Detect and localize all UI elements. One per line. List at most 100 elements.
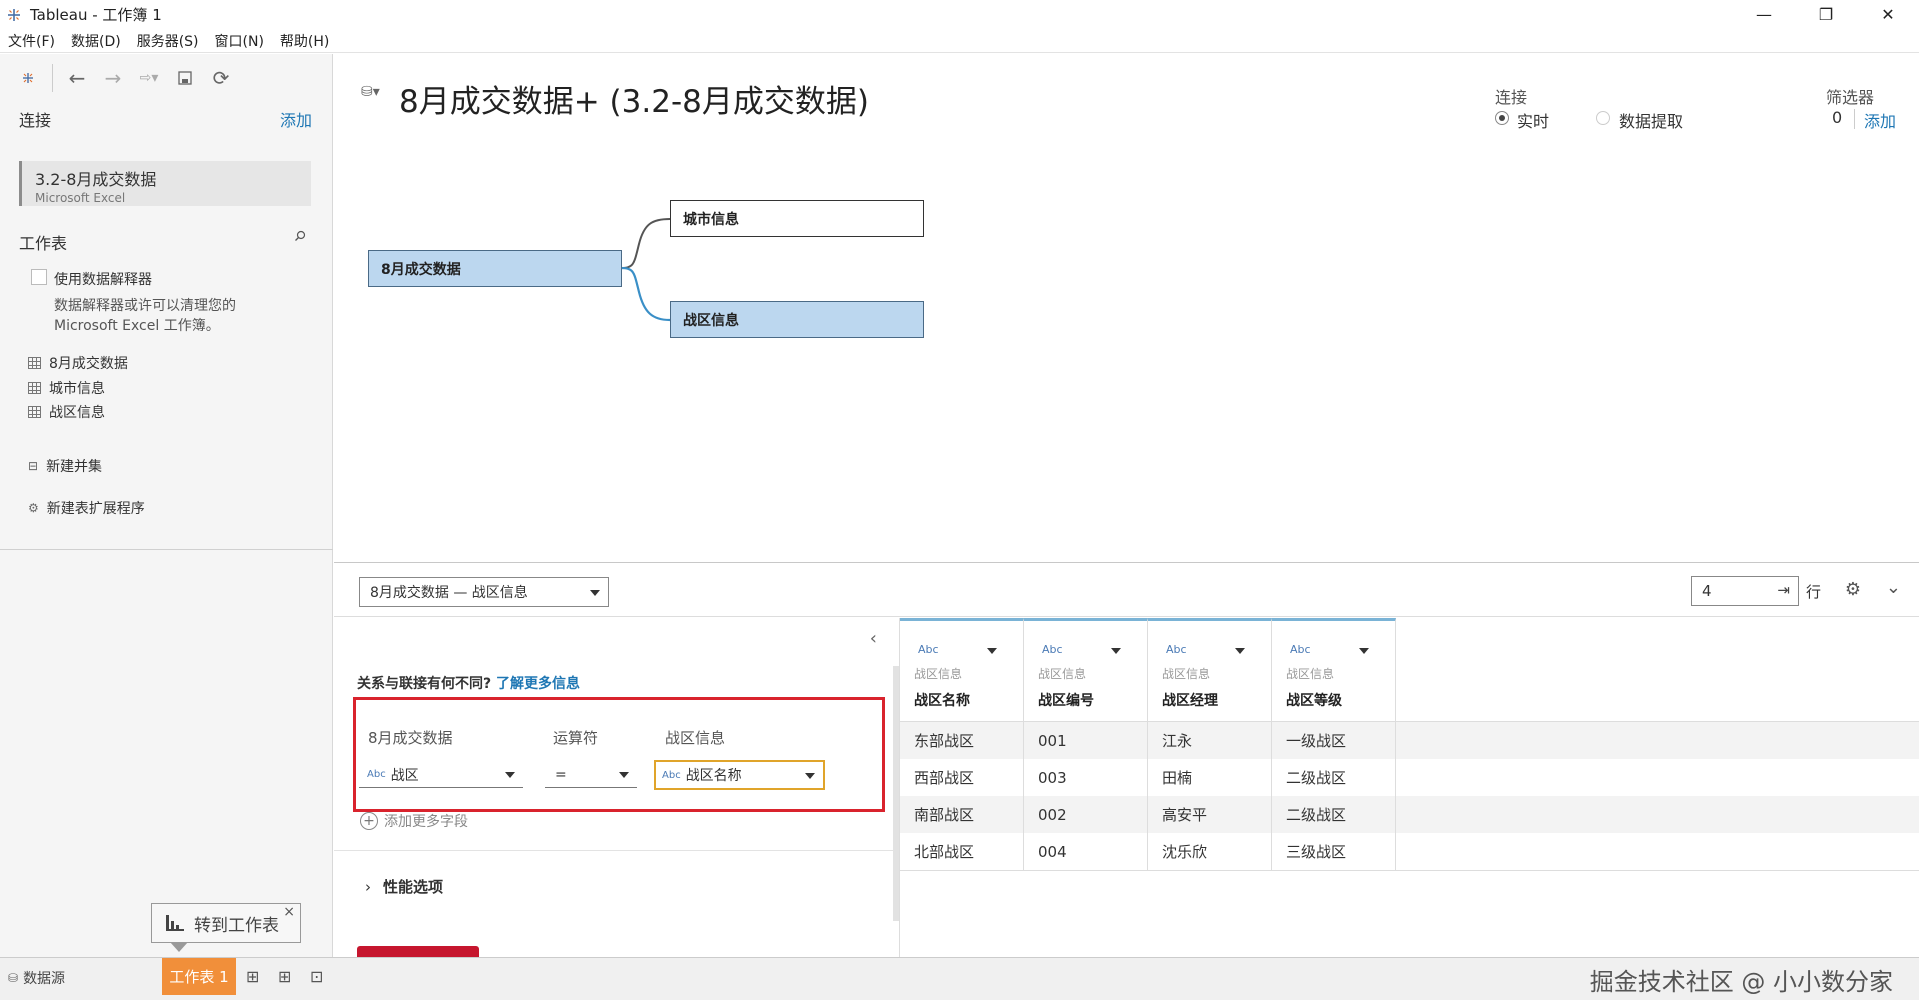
save-icon[interactable] <box>167 62 203 94</box>
relation-toolbar: 8月成交数据 — 战区信息 4 ⇥ 行 ⚙ ⌄ <box>334 563 1919 617</box>
search-icon[interactable] <box>294 230 306 242</box>
tableau-home-icon[interactable] <box>10 62 46 94</box>
dropdown-arrow-icon <box>505 772 515 778</box>
table-item-label: 战区信息 <box>49 405 105 421</box>
right-field-value: 战区名称 <box>685 768 742 784</box>
column-menu-arrow-icon[interactable] <box>1235 648 1245 654</box>
left-field-value: 战区 <box>390 767 419 784</box>
table-grid-icon <box>28 406 41 418</box>
restore-button[interactable]: ❐ <box>1795 0 1857 29</box>
column-menu-arrow-icon[interactable] <box>1111 648 1121 654</box>
filters-add-link[interactable]: 添加 <box>1864 108 1896 132</box>
relationship-hint: 关系与联接有何不同? 了解更多信息 <box>357 673 580 693</box>
table-row: 北部战区 004 沈乐欣 三级战区 <box>900 833 1919 870</box>
close-button[interactable]: ✕ <box>1857 0 1919 29</box>
tableau-logo-icon <box>6 7 22 23</box>
rows-count-input[interactable]: 4 ⇥ <box>1691 576 1799 606</box>
string-type-icon: Abc <box>662 769 681 781</box>
table-item-label: 城市信息 <box>49 381 105 397</box>
menu-help[interactable]: 帮助(H) <box>272 31 337 51</box>
add-connection-link[interactable]: 添加 <box>280 107 312 131</box>
column-name: 战区经理 <box>1162 693 1218 709</box>
redo-dropdown-icon[interactable]: ⇨▾ <box>131 62 167 94</box>
learn-more-link[interactable]: 了解更多信息 <box>496 676 580 692</box>
table-item-sales[interactable]: 8月成交数据 <box>28 353 128 373</box>
table-cell: 二级战区 <box>1272 796 1396 833</box>
table-cell: 东部战区 <box>900 722 1024 759</box>
extract-radio[interactable] <box>1596 111 1610 125</box>
go-to-sheet-tooltip[interactable]: 转到工作表 × <box>151 903 301 943</box>
table-grid-icon <box>28 382 41 394</box>
node-root-table[interactable]: 8月成交数据 <box>368 250 622 287</box>
menu-file[interactable]: 文件(F) <box>0 31 63 51</box>
table-cell: 高安平 <box>1148 796 1272 833</box>
column-menu-arrow-icon[interactable] <box>1359 648 1369 654</box>
column-header[interactable]: Abc 战区信息 战区编号 <box>1024 618 1148 721</box>
worksheets-heading: 工作表 <box>19 234 68 253</box>
table-item-city[interactable]: 城市信息 <box>28 378 105 398</box>
node-region-table[interactable]: 战区信息 <box>670 301 924 338</box>
connection-type: Microsoft Excel <box>35 191 126 205</box>
close-icon[interactable]: × <box>283 904 295 920</box>
back-arrow-icon[interactable]: ← <box>59 62 95 94</box>
column-header[interactable]: Abc 战区信息 战区经理 <box>1148 618 1272 721</box>
filters-label: 筛选器 <box>1826 88 1875 107</box>
dropdown-arrow-icon <box>619 772 629 778</box>
menu-window[interactable]: 窗口(N) <box>207 31 272 51</box>
refresh-icon[interactable]: ⟳ <box>203 62 239 94</box>
minimize-button[interactable]: — <box>1733 0 1795 29</box>
new-union-item[interactable]: ⊟ 新建并集 <box>28 456 102 476</box>
relation-selector[interactable]: 8月成交数据 — 战区信息 <box>359 577 609 607</box>
datasource-tab[interactable]: ⛁ 数据源 <box>8 968 65 988</box>
gear-icon[interactable]: ⚙ <box>1845 579 1861 600</box>
new-dashboard-icon[interactable]: ⊞ <box>278 967 291 986</box>
remove-relationship-button[interactable] <box>357 946 479 957</box>
rows-apply-arrow-icon[interactable]: ⇥ <box>1777 581 1790 599</box>
new-story-icon[interactable]: ⊡ <box>310 967 323 986</box>
menu-data[interactable]: 数据(D) <box>63 31 129 51</box>
interpreter-checkbox[interactable] <box>31 269 47 285</box>
table-cell: 001 <box>1024 722 1148 759</box>
dropdown-arrow-icon <box>805 773 815 779</box>
interpreter-desc-line2: Microsoft Excel 工作簿。 <box>54 318 220 334</box>
relation-selector-value: 8月成交数据 — 战区信息 <box>370 585 528 601</box>
chevron-down-icon[interactable]: ⌄ <box>1886 577 1901 598</box>
table-grid-icon <box>28 357 41 369</box>
new-extension-item[interactable]: ⚙ 新建表扩展程序 <box>28 498 145 518</box>
column-source: 战区信息 <box>1286 667 1335 681</box>
table-cell: 一级战区 <box>1272 722 1396 759</box>
window-title: Tableau - 工作簿 1 <box>30 6 162 24</box>
panel-section-divider <box>334 850 894 851</box>
performance-options-label: 性能选项 <box>383 878 444 896</box>
table-cell: 沈乐欣 <box>1148 833 1272 870</box>
column-header[interactable]: Abc 战区信息 战区名称 <box>900 618 1024 721</box>
node-city-table[interactable]: 城市信息 <box>670 200 924 237</box>
new-worksheet-icon[interactable]: ⊞ <box>246 967 259 986</box>
right-field-dropdown[interactable]: Abc 战区名称 <box>654 760 825 790</box>
menu-bar: 文件(F) 数据(D) 服务器(S) 窗口(N) 帮助(H) <box>0 29 1919 53</box>
dropdown-arrow-icon <box>590 590 600 596</box>
column-header[interactable]: Abc 战区信息 战区等级 <box>1272 618 1396 721</box>
table-cell: 南部战区 <box>900 796 1024 833</box>
menu-server[interactable]: 服务器(S) <box>129 31 207 51</box>
watermark: 掘金技术社区 @ 小小数分家 <box>1589 968 1893 996</box>
relationship-canvas: ⛁▾ 8月成交数据+ (3.2-8月成交数据) 连接 实时 数据提取 筛选器 0… <box>334 54 1919 562</box>
table-row: 东部战区 001 江永 一级战区 <box>900 722 1919 759</box>
operator-dropdown[interactable]: = <box>545 762 637 788</box>
table-item-region[interactable]: 战区信息 <box>28 402 105 422</box>
collapse-left-icon[interactable]: ‹ <box>870 628 877 649</box>
forward-arrow-icon[interactable]: → <box>95 62 131 94</box>
connection-type-label: 连接 <box>1495 88 1528 107</box>
live-radio[interactable] <box>1495 111 1509 125</box>
column-name: 战区编号 <box>1038 693 1094 709</box>
add-more-fields-button[interactable]: + 添加更多字段 <box>360 811 468 831</box>
sheet-tab[interactable]: 工作表 1 <box>162 958 236 995</box>
column-menu-arrow-icon[interactable] <box>987 648 997 654</box>
connection-item[interactable]: 3.2-8月成交数据 Microsoft Excel <box>19 161 311 206</box>
left-field-dropdown[interactable]: Abc 战区 <box>359 762 523 788</box>
performance-options-toggle[interactable]: › 性能选项 <box>365 876 443 897</box>
rows-label: 行 <box>1805 583 1821 601</box>
vertical-scrollbar[interactable] <box>893 666 899 921</box>
string-type-icon: Abc <box>1166 643 1187 656</box>
sidebar-divider <box>0 549 333 550</box>
